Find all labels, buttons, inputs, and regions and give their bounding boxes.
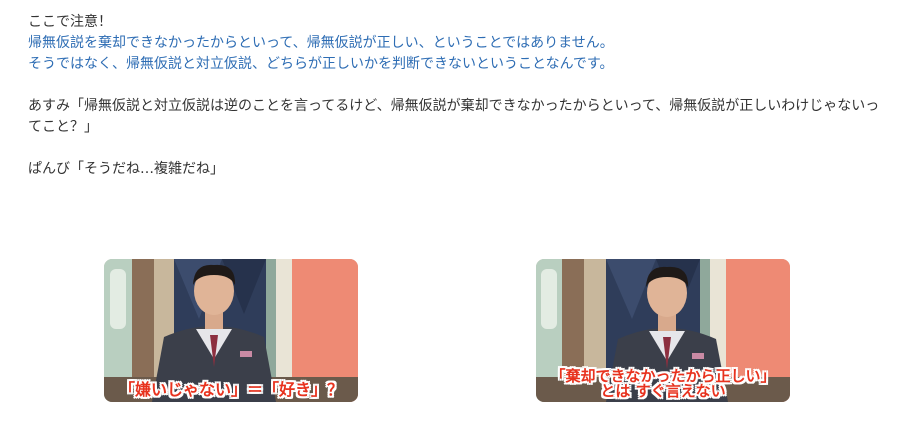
tv-still-image-2: 「棄却できなかったから正しい」 とは すぐ言えない [536,259,790,402]
tv-still-image-1: 「嫌いじゃない」＝「好き」？ [104,259,358,402]
article-body: ここで注意！ 帰無仮説を棄却できなかったからといって、帰無仮説が正しい、というこ… [28,12,888,180]
emphasis-line-1: 帰無仮説を棄却できなかったからといって、帰無仮説が正しい、ということではありませ… [28,35,614,51]
asumi-quote: あすみ「帰無仮説と対立仮説は逆のことを言ってるけど、帰無仮説が棄却できなかったか… [28,98,880,135]
subtitle-line-2: とは すぐ言えない [600,382,726,401]
subtitle-line: 「嫌いじゃない」＝「好き」？ [118,380,343,400]
subtitle-caption: 「棄却できなかったから正しい」 とは すぐ言えない [536,368,790,401]
note-heading: ここで注意！ [28,14,112,30]
emphasis-line-2: そうではなく、帰無仮説と対立仮説、どちらが正しいかを判断できないということなんで… [28,56,614,72]
panbi-quote: ぱんび「そうだね…複雑だね」 [28,161,224,177]
subtitle-caption: 「嫌いじゃない」＝「好き」？ [104,380,358,400]
